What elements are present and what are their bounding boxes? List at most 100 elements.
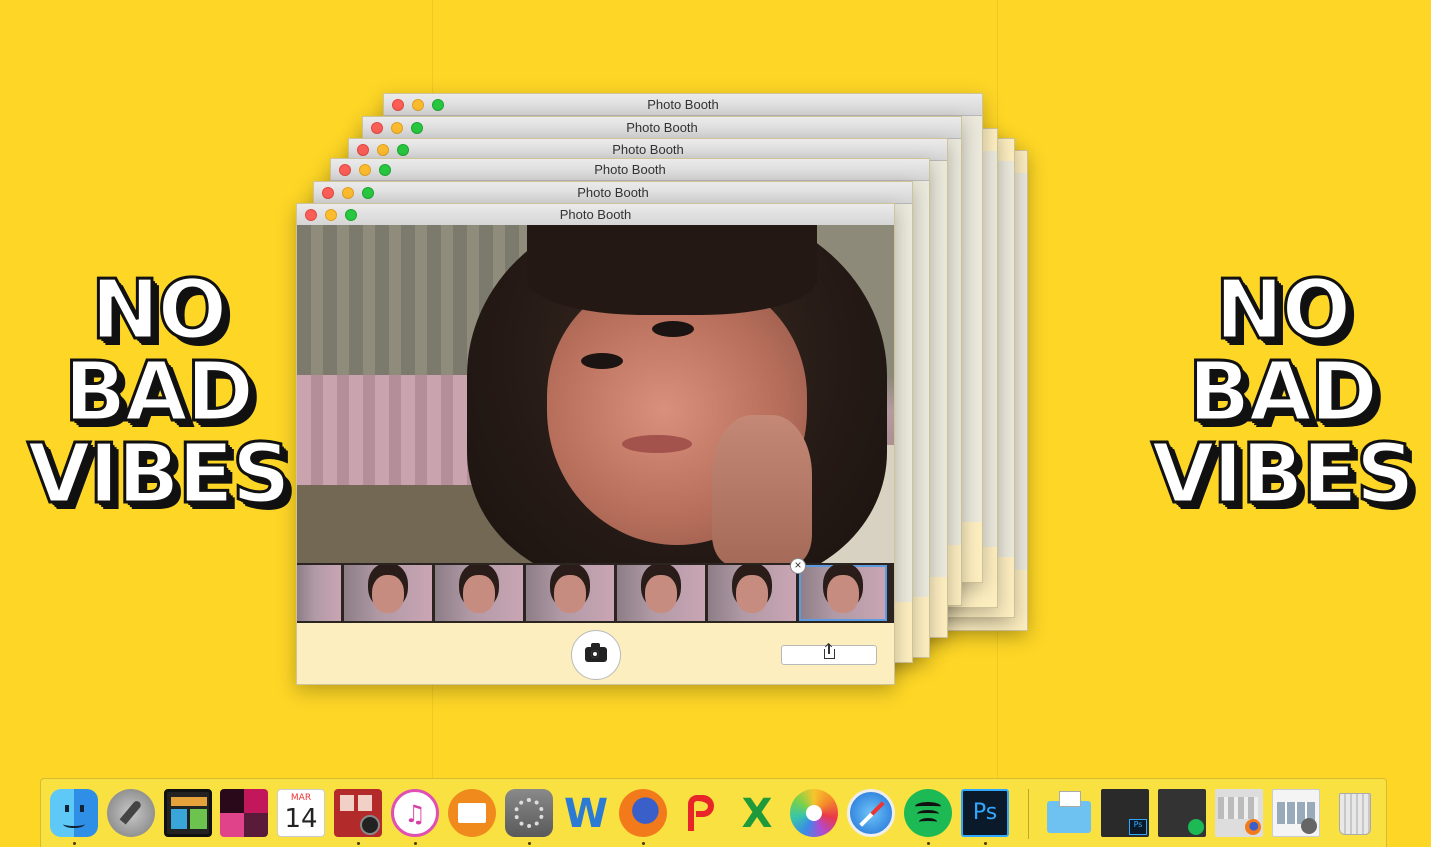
trash-can [1339,793,1371,835]
eye [652,321,694,337]
title-bar[interactable]: Photo Booth [331,159,929,181]
firefox-window-thumb[interactable] [1215,789,1263,837]
title-bar[interactable]: Photo Booth [363,117,961,139]
window-title: Photo Booth [626,120,698,135]
spotify-icon[interactable] [904,789,952,837]
remove-thumbnail-button[interactable]: × [790,558,806,574]
spotify-badge [1188,819,1204,835]
launchpad-icon[interactable] [107,789,155,837]
take-photo-button[interactable] [571,630,621,680]
thumbnail-face [554,575,586,613]
photo-thumbnail[interactable] [526,565,614,621]
share-icon [824,644,835,659]
title-bar[interactable]: Photo Booth [384,94,982,116]
p-bowl [696,795,714,817]
thumbnail-face [463,575,495,613]
window-title: Photo Booth [612,142,684,157]
photo-thumbnail[interactable] [435,565,523,621]
music-note-glyph: ♫ [404,800,426,828]
calendar-day: 14 [284,804,318,834]
dock-separator [1028,789,1029,839]
icon-block [171,809,187,829]
window-title: Photo Booth [647,97,719,112]
photo-thumbnail[interactable] [297,565,341,621]
running-indicator [642,842,645,845]
safari-icon[interactable] [847,789,895,837]
photo-thumbnail-selected[interactable] [799,565,887,621]
title-bar[interactable]: Photo Booth [314,182,912,204]
camera-icon [585,643,607,662]
photoshop-badge: Ps [1129,819,1147,835]
icon-lens [360,815,380,835]
system-preferences-icon[interactable] [505,789,553,837]
firefox-icon[interactable] [619,789,667,837]
photo-slideshow-icon[interactable] [164,789,212,837]
finder-smile [63,820,85,828]
thumbnail-strip[interactable] [297,563,894,623]
slogan-line: BAD [1186,345,1379,440]
share-button[interactable] [781,644,877,665]
folder-paper [1059,791,1081,807]
pixel-app-icon[interactable] [220,789,268,837]
excel-letter: X [741,791,773,837]
photoshop-icon[interactable]: Ps [961,789,1009,837]
title-bar[interactable]: Photo Booth [297,204,894,226]
bangs [527,225,817,315]
book-shape [458,803,486,823]
downloads-folder-icon[interactable] [1045,789,1093,837]
window-title: Photo Booth [594,162,666,177]
calendar-icon[interactable]: MAR 14 [277,789,325,837]
thumbnail-face [827,575,859,613]
eye [581,353,623,369]
running-indicator [984,842,987,845]
polarr-icon[interactable] [676,789,724,837]
photo-booth-window-front[interactable]: Photo Booth × [296,203,895,685]
ibooks-icon[interactable] [448,789,496,837]
word-icon[interactable]: W [562,789,610,837]
running-indicator [927,842,930,845]
thumbnail-face [645,575,677,613]
spotify-window-thumb[interactable] [1158,789,1206,837]
finder-eye [65,805,69,812]
window-content [1218,797,1258,819]
photobooth-window-thumb[interactable] [1272,789,1320,837]
thumbnail-face [736,575,768,613]
compass-needle [859,801,885,827]
firefox-badge [1245,819,1261,835]
slogan-line: VIBES [1150,427,1417,522]
running-indicator [414,842,417,845]
running-indicator [528,842,531,845]
slogan-line: BAD [62,345,255,440]
window-title: Photo Booth [559,207,632,222]
dock: MAR 14 ♫ W X Ps Ps [40,778,1387,847]
finder-eye [80,805,84,812]
word-letter: W [563,791,609,837]
spotify-wave [917,810,939,818]
finder-icon[interactable] [50,789,98,837]
trash-icon[interactable] [1331,789,1379,837]
slogan-left: NO BAD VIBES [8,268,308,522]
photos-center [806,805,822,821]
photoshop-window-thumb[interactable]: Ps [1101,789,1149,837]
slogan-right: NO BAD VIBES [1132,263,1431,522]
itunes-icon[interactable]: ♫ [391,789,439,837]
hand [712,415,812,563]
photo-thumbnail[interactable] [617,565,705,621]
live-camera-preview [297,225,894,563]
icon-stripe [171,797,207,806]
icon-photo [340,795,354,811]
photo-thumbnail[interactable] [344,565,432,621]
photos-icon[interactable] [790,789,838,837]
photo-thumbnail[interactable] [708,565,796,621]
badge [1301,818,1317,834]
photoshop-letters: Ps [972,800,998,825]
excel-icon[interactable]: X [733,789,781,837]
slogan-line: NO [1213,263,1352,358]
calendar-month: MAR [290,793,312,803]
photo-booth-icon[interactable] [334,789,382,837]
icon-photo [358,795,372,811]
rocket-shape [119,799,143,825]
gear-icon [514,798,544,828]
running-indicator [73,842,76,845]
slogan-line: VIBES [26,427,293,522]
